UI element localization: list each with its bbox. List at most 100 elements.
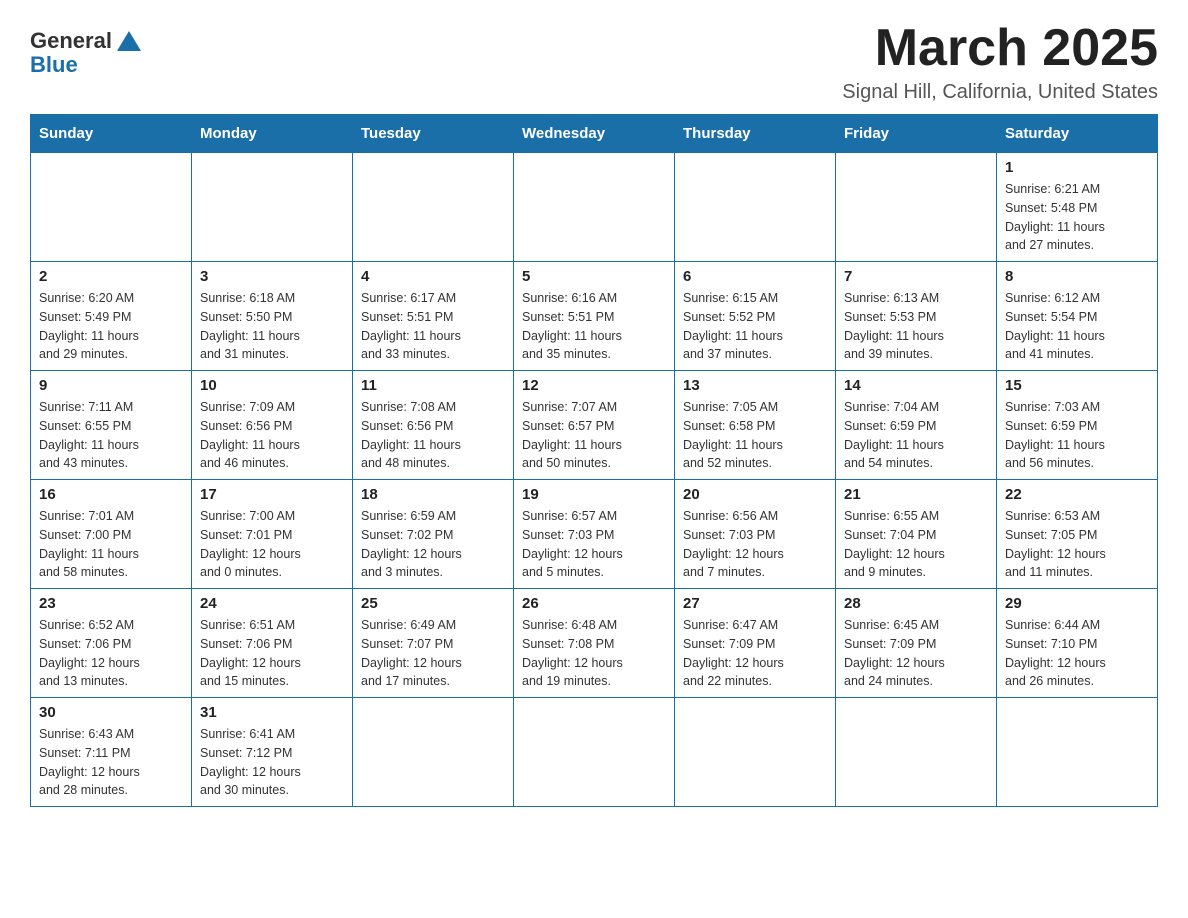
day-info: Sunrise: 6:59 AM Sunset: 7:02 PM Dayligh…: [361, 507, 505, 582]
day-info: Sunrise: 7:00 AM Sunset: 7:01 PM Dayligh…: [200, 507, 344, 582]
day-number: 19: [522, 486, 666, 503]
calendar-cell: [836, 153, 997, 262]
calendar-cell: [514, 698, 675, 807]
calendar-cell: 3 Sunrise: 6:18 AM Sunset: 5:50 PM Daylig…: [192, 262, 353, 371]
day-info: Sunrise: 6:17 AM Sunset: 5:51 PM Dayligh…: [361, 289, 505, 364]
calendar-cell: 14Sunrise: 7:04 AM Sunset: 6:59 PM Dayli…: [836, 371, 997, 480]
logo-general: General: [30, 28, 141, 54]
calendar-cell: 24 Sunrise: 6:51 AM Sunset: 7:06 PM Dayli…: [192, 589, 353, 698]
day-info: Sunrise: 6:55 AM Sunset: 7:04 PM Dayligh…: [844, 507, 988, 582]
weekday-thursday: Thursday: [675, 115, 836, 153]
day-number: 3: [200, 268, 344, 285]
day-info: Sunrise: 6:56 AM Sunset: 7:03 PM Dayligh…: [683, 507, 827, 582]
day-number: 5: [522, 268, 666, 285]
week-row-0: 1Sunrise: 6:21 AM Sunset: 5:48 PM Daylig…: [31, 153, 1158, 262]
calendar-cell: 8 Sunrise: 6:12 AM Sunset: 5:54 PM Daylig…: [997, 262, 1158, 371]
calendar-cell: [353, 698, 514, 807]
day-info: Sunrise: 6:15 AM Sunset: 5:52 PM Dayligh…: [683, 289, 827, 364]
day-number: 8: [1005, 268, 1149, 285]
day-info: Sunrise: 6:53 AM Sunset: 7:05 PM Dayligh…: [1005, 507, 1149, 582]
day-info: Sunrise: 6:51 AM Sunset: 7:06 PM Dayligh…: [200, 616, 344, 691]
day-info: Sunrise: 6:12 AM Sunset: 5:54 PM Dayligh…: [1005, 289, 1149, 364]
day-number: 28: [844, 595, 988, 612]
week-row-1: 2Sunrise: 6:20 AM Sunset: 5:49 PM Daylig…: [31, 262, 1158, 371]
calendar-cell: 18 Sunrise: 6:59 AM Sunset: 7:02 PM Dayli…: [353, 480, 514, 589]
calendar-cell: 9 Sunrise: 7:11 AM Sunset: 6:55 PM Daylig…: [31, 371, 192, 480]
day-number: 16: [39, 486, 183, 503]
calendar-cell: 10Sunrise: 7:09 AM Sunset: 6:56 PM Dayli…: [192, 371, 353, 480]
calendar-subtitle: Signal Hill, California, United States: [842, 81, 1158, 104]
weekday-saturday: Saturday: [997, 115, 1158, 153]
day-info: Sunrise: 6:44 AM Sunset: 7:10 PM Dayligh…: [1005, 616, 1149, 691]
day-info: Sunrise: 7:08 AM Sunset: 6:56 PM Dayligh…: [361, 398, 505, 473]
day-number: 12: [522, 377, 666, 394]
day-info: Sunrise: 6:49 AM Sunset: 7:07 PM Dayligh…: [361, 616, 505, 691]
day-info: Sunrise: 7:01 AM Sunset: 7:00 PM Dayligh…: [39, 507, 183, 582]
calendar-cell: 29 Sunrise: 6:44 AM Sunset: 7:10 PM Dayli…: [997, 589, 1158, 698]
calendar-cell: [353, 153, 514, 262]
day-number: 25: [361, 595, 505, 612]
calendar-cell: 16 Sunrise: 7:01 AM Sunset: 7:00 PM Dayli…: [31, 480, 192, 589]
day-number: 30: [39, 704, 183, 721]
day-number: 11: [361, 377, 505, 394]
calendar-cell: 4 Sunrise: 6:17 AM Sunset: 5:51 PM Daylig…: [353, 262, 514, 371]
day-number: 13: [683, 377, 827, 394]
day-info: Sunrise: 6:18 AM Sunset: 5:50 PM Dayligh…: [200, 289, 344, 364]
logo-triangle-icon: [117, 31, 141, 51]
week-row-3: 16 Sunrise: 7:01 AM Sunset: 7:00 PM Dayli…: [31, 480, 1158, 589]
day-number: 23: [39, 595, 183, 612]
title-block: March 2025 Signal Hill, California, Unit…: [842, 20, 1158, 104]
calendar-body: 1Sunrise: 6:21 AM Sunset: 5:48 PM Daylig…: [31, 153, 1158, 807]
logo-blue: Blue: [30, 52, 78, 78]
calendar-cell: 7 Sunrise: 6:13 AM Sunset: 5:53 PM Daylig…: [836, 262, 997, 371]
day-info: Sunrise: 6:48 AM Sunset: 7:08 PM Dayligh…: [522, 616, 666, 691]
day-number: 15: [1005, 377, 1149, 394]
calendar-cell: 13 Sunrise: 7:05 AM Sunset: 6:58 PM Dayli…: [675, 371, 836, 480]
calendar-cell: 17Sunrise: 7:00 AM Sunset: 7:01 PM Dayli…: [192, 480, 353, 589]
calendar-cell: 6 Sunrise: 6:15 AM Sunset: 5:52 PM Daylig…: [675, 262, 836, 371]
calendar-cell: 2Sunrise: 6:20 AM Sunset: 5:49 PM Daylig…: [31, 262, 192, 371]
calendar-table: SundayMondayTuesdayWednesdayThursdayFrid…: [30, 114, 1158, 807]
day-info: Sunrise: 7:03 AM Sunset: 6:59 PM Dayligh…: [1005, 398, 1149, 473]
day-info: Sunrise: 7:11 AM Sunset: 6:55 PM Dayligh…: [39, 398, 183, 473]
day-info: Sunrise: 6:45 AM Sunset: 7:09 PM Dayligh…: [844, 616, 988, 691]
day-number: 7: [844, 268, 988, 285]
calendar-cell: 21Sunrise: 6:55 AM Sunset: 7:04 PM Dayli…: [836, 480, 997, 589]
day-info: Sunrise: 7:07 AM Sunset: 6:57 PM Dayligh…: [522, 398, 666, 473]
calendar-cell: 12 Sunrise: 7:07 AM Sunset: 6:57 PM Dayli…: [514, 371, 675, 480]
calendar-cell: 15 Sunrise: 7:03 AM Sunset: 6:59 PM Dayli…: [997, 371, 1158, 480]
calendar-title: March 2025: [842, 20, 1158, 77]
calendar-cell: [192, 153, 353, 262]
calendar-cell: 25 Sunrise: 6:49 AM Sunset: 7:07 PM Dayli…: [353, 589, 514, 698]
day-number: 2: [39, 268, 183, 285]
calendar-cell: 26 Sunrise: 6:48 AM Sunset: 7:08 PM Dayli…: [514, 589, 675, 698]
day-number: 9: [39, 377, 183, 394]
day-info: Sunrise: 6:13 AM Sunset: 5:53 PM Dayligh…: [844, 289, 988, 364]
calendar-cell: [675, 698, 836, 807]
day-number: 1: [1005, 159, 1149, 176]
calendar-cell: 27Sunrise: 6:47 AM Sunset: 7:09 PM Dayli…: [675, 589, 836, 698]
day-info: Sunrise: 6:57 AM Sunset: 7:03 PM Dayligh…: [522, 507, 666, 582]
day-info: Sunrise: 6:41 AM Sunset: 7:12 PM Dayligh…: [200, 725, 344, 800]
calendar-cell: 19 Sunrise: 6:57 AM Sunset: 7:03 PM Dayli…: [514, 480, 675, 589]
calendar-cell: 11 Sunrise: 7:08 AM Sunset: 6:56 PM Dayli…: [353, 371, 514, 480]
calendar-cell: 1Sunrise: 6:21 AM Sunset: 5:48 PM Daylig…: [997, 153, 1158, 262]
week-row-2: 9 Sunrise: 7:11 AM Sunset: 6:55 PM Daylig…: [31, 371, 1158, 480]
week-row-5: 30 Sunrise: 6:43 AM Sunset: 7:11 PM Dayli…: [31, 698, 1158, 807]
day-number: 18: [361, 486, 505, 503]
day-number: 6: [683, 268, 827, 285]
day-info: Sunrise: 6:43 AM Sunset: 7:11 PM Dayligh…: [39, 725, 183, 800]
day-info: Sunrise: 6:16 AM Sunset: 5:51 PM Dayligh…: [522, 289, 666, 364]
day-number: 29: [1005, 595, 1149, 612]
day-info: Sunrise: 7:05 AM Sunset: 6:58 PM Dayligh…: [683, 398, 827, 473]
day-number: 26: [522, 595, 666, 612]
calendar-cell: 30 Sunrise: 6:43 AM Sunset: 7:11 PM Dayli…: [31, 698, 192, 807]
weekday-monday: Monday: [192, 115, 353, 153]
calendar-header: SundayMondayTuesdayWednesdayThursdayFrid…: [31, 115, 1158, 153]
day-info: Sunrise: 6:52 AM Sunset: 7:06 PM Dayligh…: [39, 616, 183, 691]
day-number: 4: [361, 268, 505, 285]
day-info: Sunrise: 6:47 AM Sunset: 7:09 PM Dayligh…: [683, 616, 827, 691]
day-number: 24: [200, 595, 344, 612]
weekday-wednesday: Wednesday: [514, 115, 675, 153]
calendar-cell: [836, 698, 997, 807]
